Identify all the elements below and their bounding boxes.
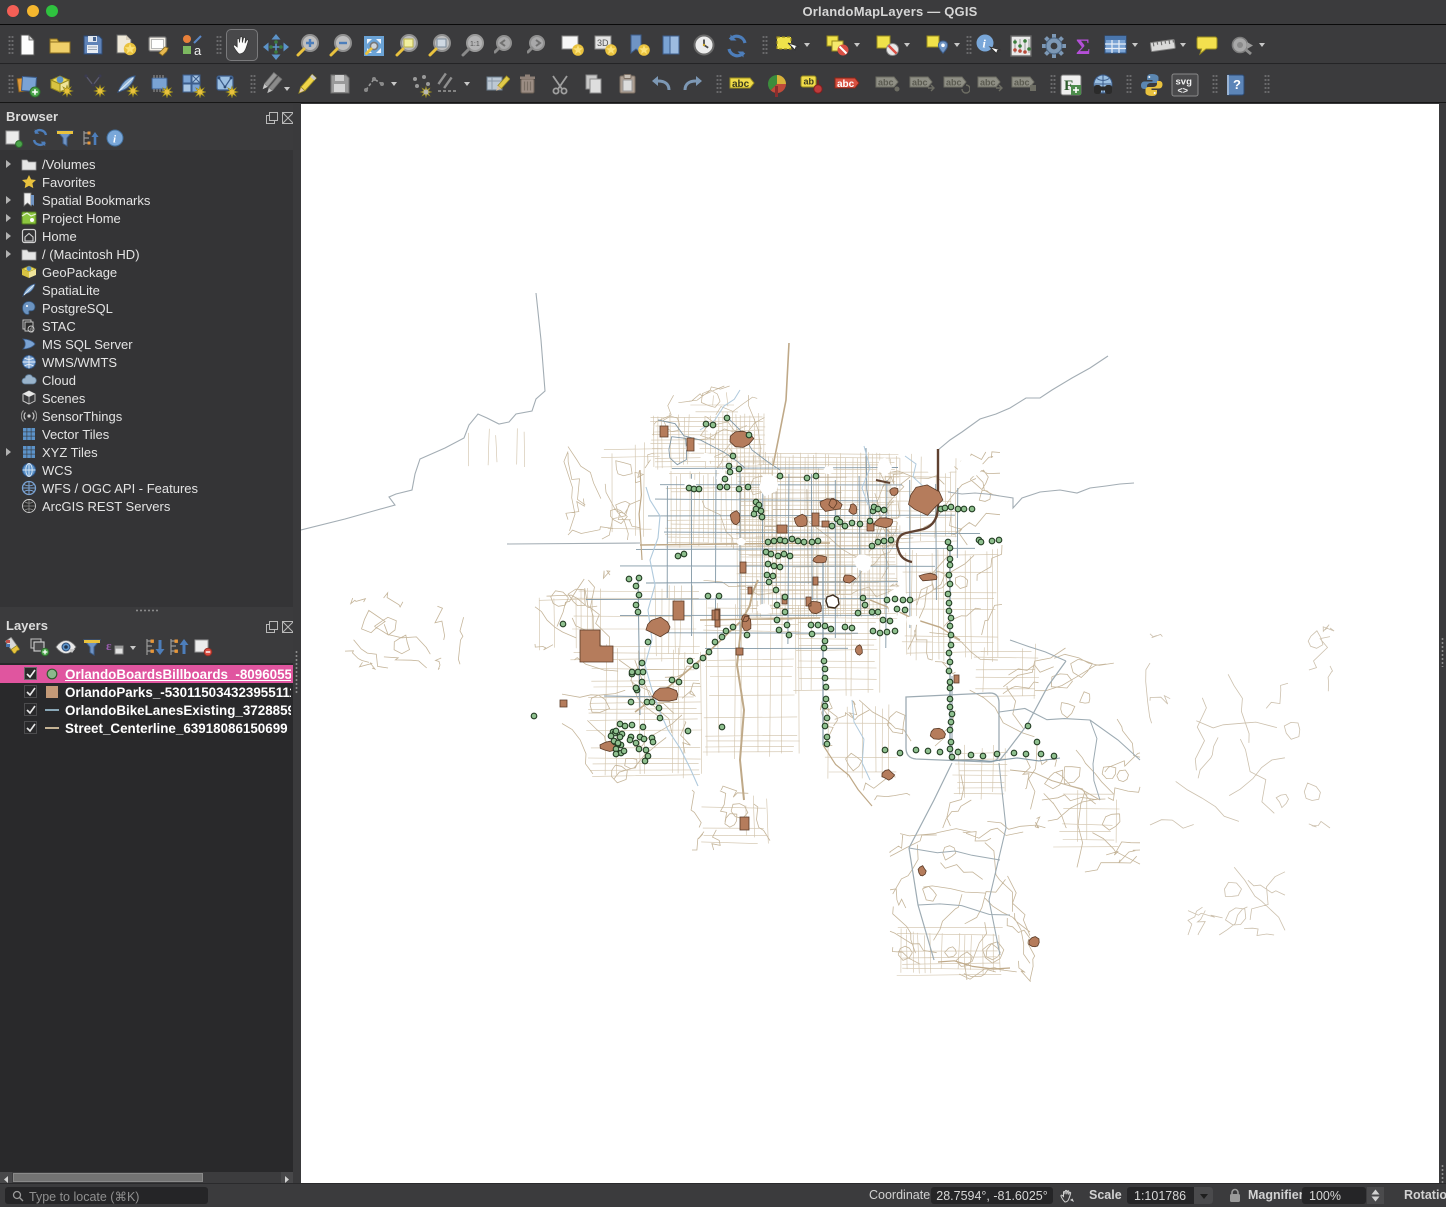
svg-text:ab: ab [804,77,815,87]
svg-text:abc: abc [1014,78,1030,88]
svg-text:abc: abc [878,78,894,88]
svg-text:abc: abc [912,78,928,88]
svg-text:1:1: 1:1 [470,41,480,48]
svg-text:ε: ε [106,638,112,653]
svg-text:@: @ [29,327,34,333]
svg-text:?: ? [1233,77,1241,92]
svg-text:abc: abc [837,79,855,90]
svg-text:Σ: Σ [1076,34,1090,59]
svg-text:a: a [194,43,202,57]
svg-text:abc: abc [980,78,996,88]
svg-text:abc: abc [946,78,962,88]
svg-text:abc: abc [732,79,750,90]
svg-text:<>: <> [1178,86,1189,96]
